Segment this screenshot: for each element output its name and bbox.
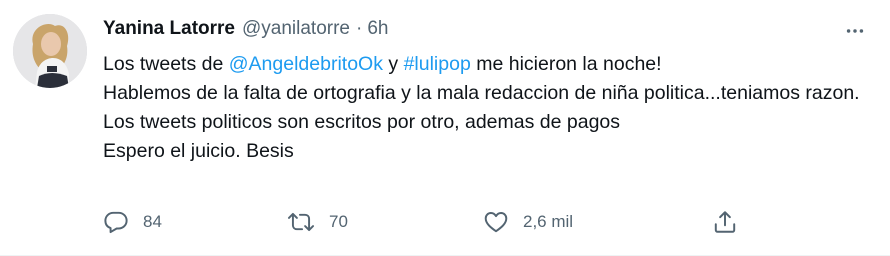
retweet-button[interactable]: 70 bbox=[287, 206, 348, 238]
tweet-paragraph-1: Los tweets de @AngeldebritoOk y #lulipop… bbox=[103, 50, 870, 79]
tweet-actions: 84 70 2,6 mil bbox=[103, 206, 753, 238]
display-name[interactable]: Yanina Latorre bbox=[103, 14, 235, 44]
reply-count: 84 bbox=[143, 212, 162, 231]
text-fragment: y bbox=[382, 53, 404, 75]
reply-button[interactable]: 84 bbox=[103, 206, 162, 238]
share-upload-icon bbox=[714, 211, 736, 233]
separator-dot: · bbox=[356, 18, 363, 39]
tweet-paragraph-2: Hablemos de la falta de ortografia y la … bbox=[103, 82, 860, 133]
tweet[interactable]: Yanina Latorre @yanilatorre · 6h Los twe… bbox=[0, 0, 890, 256]
retweet-arrows-icon bbox=[287, 212, 315, 232]
user-handle[interactable]: @yanilatorre bbox=[242, 14, 350, 44]
hashtag-link[interactable]: #lulipop bbox=[404, 53, 471, 75]
tweet-header: Yanina Latorre @yanilatorre · 6h bbox=[103, 14, 870, 44]
share-button[interactable] bbox=[712, 206, 738, 238]
tweet-timestamp[interactable]: 6h bbox=[367, 14, 388, 44]
avatar[interactable] bbox=[13, 14, 87, 88]
like-button[interactable]: 2,6 mil bbox=[483, 206, 573, 238]
text-fragment: me hicieron la noche! bbox=[470, 53, 662, 75]
tweet-content: Yanina Latorre @yanilatorre · 6h Los twe… bbox=[103, 14, 870, 166]
reply-bubble-icon bbox=[104, 211, 128, 234]
heart-icon bbox=[484, 212, 508, 233]
retweet-count: 70 bbox=[329, 212, 348, 231]
like-count: 2,6 mil bbox=[523, 212, 574, 231]
avatar-photo bbox=[13, 14, 87, 88]
more-dots-icon bbox=[846, 29, 864, 33]
text-fragment: Los tweets de bbox=[103, 53, 229, 75]
tweet-paragraph-3: Espero el juicio. Besis bbox=[103, 140, 294, 162]
more-options-button[interactable] bbox=[840, 16, 870, 46]
tweet-text: Los tweets de @AngeldebritoOk y #lulipop… bbox=[103, 50, 870, 166]
mention-link[interactable]: @AngeldebritoOk bbox=[229, 53, 383, 75]
